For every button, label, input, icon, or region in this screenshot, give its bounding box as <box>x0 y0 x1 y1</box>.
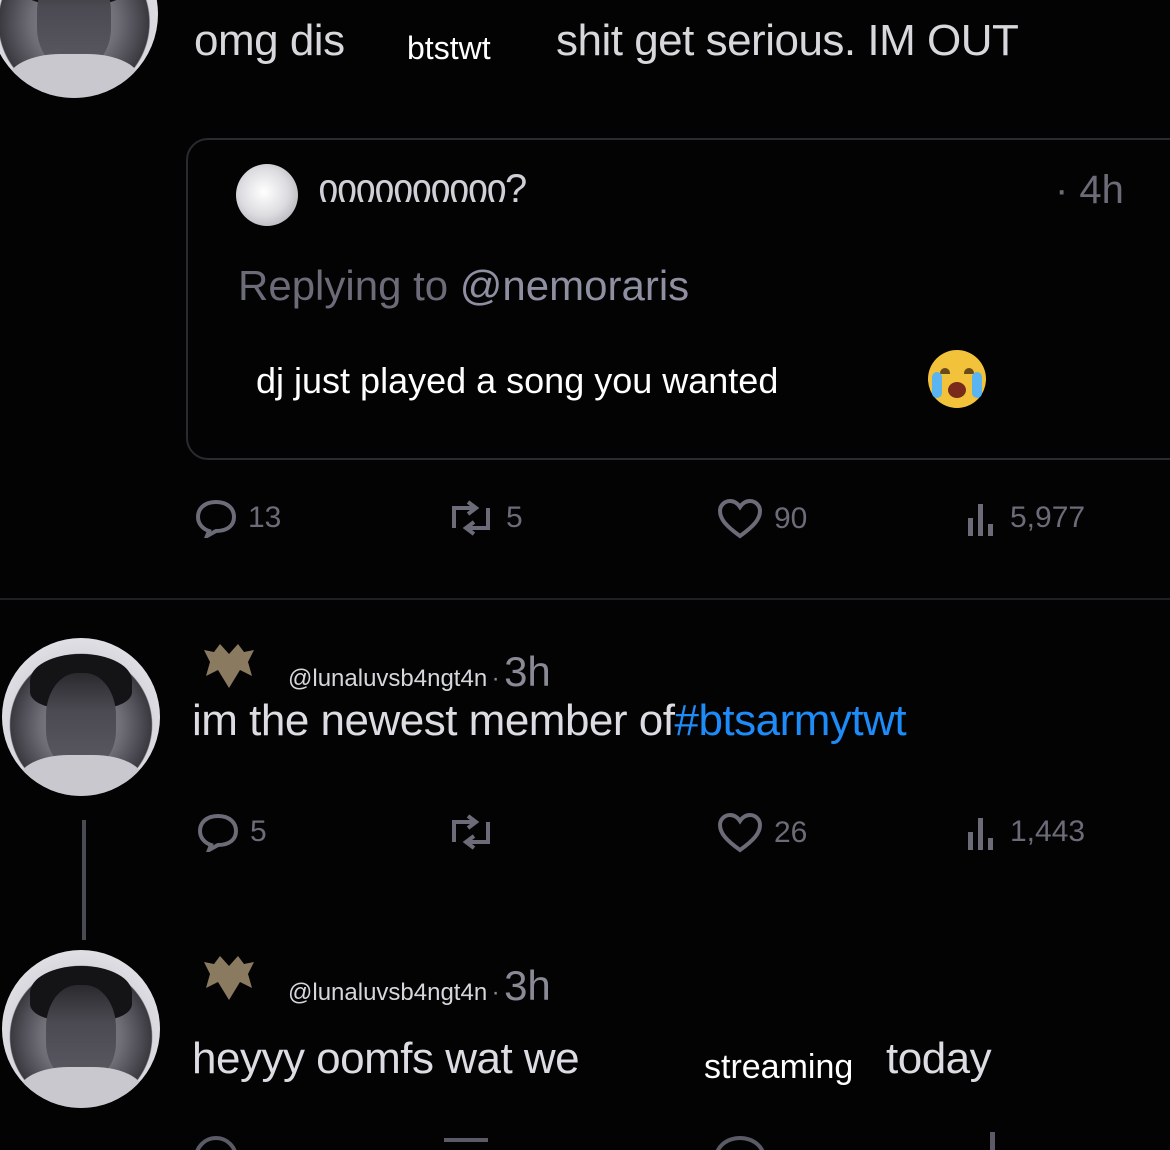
bat-icon <box>200 952 258 1004</box>
user-handle[interactable]: @lunaluvsb4ngt4n <box>288 665 487 692</box>
like-count: 90 <box>774 502 808 535</box>
crying-face-icon <box>928 350 986 408</box>
replying-to: Replying to @nemoraris <box>238 262 690 309</box>
views-count: 5,977 <box>1010 501 1086 534</box>
avatar[interactable] <box>0 0 158 98</box>
tweet-text: heyyy oomfs wat we <box>192 1034 580 1083</box>
divider <box>0 598 1170 600</box>
retweet-icon <box>452 500 490 536</box>
quoted-display-name: იიიიიიიიიი? <box>318 167 527 211</box>
reply-icon <box>195 499 237 538</box>
tweet-text: today <box>886 1034 992 1083</box>
partial-action-row <box>194 1132 1094 1150</box>
views-icon <box>968 504 993 536</box>
retweet-button[interactable]: 5 <box>446 498 523 538</box>
avatar[interactable] <box>2 950 160 1108</box>
timestamp: 3h <box>504 962 551 1009</box>
reply-icon <box>197 813 239 852</box>
quoted-tweet-text: dj just played a song you wanted <box>256 360 779 401</box>
overlay-word: btstwt <box>403 30 495 67</box>
like-button[interactable]: 90 <box>716 498 807 540</box>
views-button[interactable]: 1,443 <box>966 812 1085 852</box>
like-button[interactable]: 26 <box>716 812 807 854</box>
like-count: 26 <box>774 816 808 849</box>
hashtag-link[interactable]: #btsarmytwt <box>674 696 906 745</box>
heart-icon <box>717 812 763 853</box>
tweet-text: im the newest member of#btsarmytwt <box>192 696 907 745</box>
reply-button[interactable]: 5 <box>196 812 267 852</box>
heart-icon <box>717 498 763 539</box>
user-handle[interactable]: @lunaluvsb4ngt4n <box>288 979 487 1006</box>
tweet-text: shit get serious. IM OUT <box>556 16 1019 65</box>
views-count: 1,443 <box>1010 815 1086 848</box>
retweet-button[interactable] <box>446 812 506 852</box>
reply-count: 13 <box>248 501 282 534</box>
overlay-word: streaming <box>704 1048 854 1086</box>
quoted-avatar[interactable] <box>236 164 298 226</box>
tweet-header: @lunaluvsb4ngt4n · 3h <box>288 648 551 695</box>
avatar[interactable] <box>2 638 160 796</box>
quoted-timestamp: · 4h <box>1055 168 1124 212</box>
retweet-count: 5 <box>506 501 523 534</box>
bat-icon <box>200 640 258 692</box>
reply-button[interactable]: 13 <box>194 498 281 538</box>
retweet-icon <box>452 814 490 850</box>
thread-line <box>82 820 86 940</box>
timestamp: 3h <box>504 648 551 695</box>
views-icon <box>968 818 993 850</box>
tweet-header: @lunaluvsb4ngt4n · 3h <box>288 962 551 1009</box>
replying-handle[interactable]: @nemoraris <box>460 262 689 309</box>
views-button[interactable]: 5,977 <box>966 498 1085 538</box>
reply-count: 5 <box>250 815 267 848</box>
tweet-text: omg dis <box>194 16 345 65</box>
